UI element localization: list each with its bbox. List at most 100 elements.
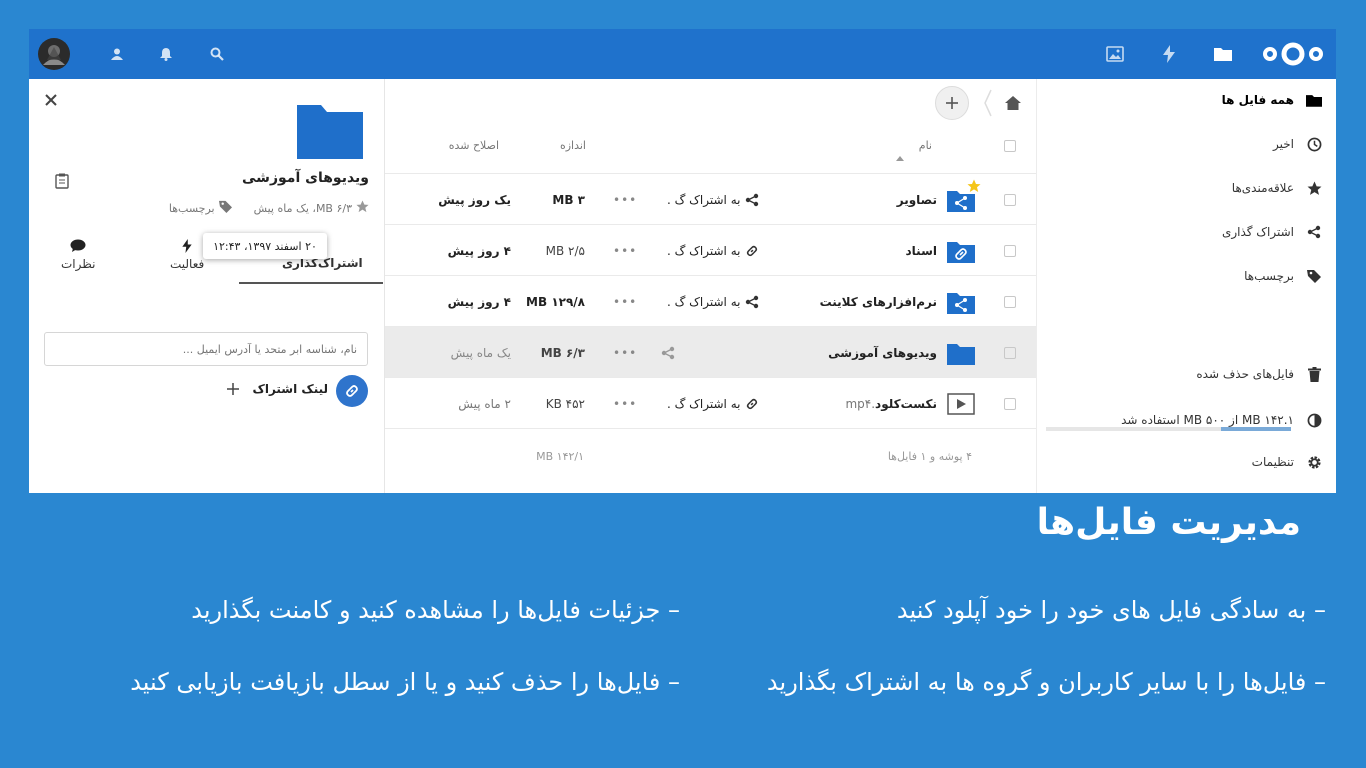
file-name[interactable]: اسناد [906,225,937,276]
row-checkbox[interactable] [1004,295,1016,308]
share-label: به اشتراک گ . [667,192,741,207]
share-status[interactable]: به اشتراک گ . [667,174,759,225]
row-checkbox[interactable] [1004,397,1016,410]
share-with-input[interactable] [44,332,368,366]
column-name-label: نام [918,139,932,152]
feature-bullet: – جزئیات فایل‌ها را مشاهده کنید و کامنت … [191,596,680,624]
link-icon [346,385,358,397]
share-label: به اشتراک گ . [667,294,741,309]
table-row[interactable]: اسناد به اشتراک گ . ••• MB ۲/۵ ۴ روز پیش [385,225,1037,276]
tab-comments[interactable]: نظرات [61,239,95,271]
sidebar-item-label: تنظیمات [1251,455,1294,469]
file-name[interactable]: تصاویر [897,174,937,225]
file-list: نام اندازه اصلاح شده تصاویر به اشتراک گ … [384,79,1037,493]
quota-text: MB ۱۴۲.۱ از MB ۵۰۰ استفاده شد [1121,413,1294,427]
tag-icon[interactable] [218,200,232,216]
total-size: MB ۱۴۲/۱ [536,450,584,463]
detail-meta-row: MB ۶/۳، یک ماه پیش برچسب‌ها [169,200,369,216]
add-share-link-icon[interactable] [226,381,240,395]
sidebar-item-tags[interactable]: برچسب‌ها [1244,261,1322,291]
sidebar-item-deleted-files[interactable]: فایل‌های حذف شده [1196,359,1322,389]
favorite-star-icon[interactable] [356,200,369,216]
file-size: MB ۲/۵ [545,243,585,258]
share-icon[interactable] [661,327,675,378]
share-status[interactable]: به اشتراک گ . [667,378,759,429]
file-name[interactable]: نرم‌افزارهای کلاینت [820,276,937,327]
share-status[interactable]: به اشتراک گ . [667,276,759,327]
sidebar-item-favorites[interactable]: علاقه‌مندی‌ها [1232,173,1322,203]
file-name-cell[interactable]: نکست‌کلود .mp۴ [845,378,937,429]
comment-icon [70,239,86,252]
row-checkbox[interactable] [1004,193,1016,206]
sidebar-item-label: اخیر [1273,137,1294,151]
more-actions-icon[interactable]: ••• [613,378,637,429]
tag-icon [1306,268,1322,284]
notifications-icon[interactable] [156,29,176,79]
file-extension: .mp۴ [845,396,876,411]
close-icon[interactable] [44,92,58,106]
column-name-header[interactable]: نام [919,139,932,152]
sort-arrow-icon [896,146,904,165]
sidebar-item-shares[interactable]: اشتراک گذاری [1222,217,1322,247]
share-label: به اشتراک گ . [667,396,741,411]
select-all-checkbox[interactable] [1004,140,1016,152]
gallery-icon[interactable] [1104,29,1126,79]
quota-progress-bar [1046,427,1291,431]
table-row[interactable]: ویدیوهای آموزشی ••• MB ۶/۳ یک ماه پیش [385,327,1037,378]
file-name[interactable]: ویدیوهای آموزشی [828,327,937,378]
row-checkbox[interactable] [1004,346,1016,359]
favorite-star-icon [967,178,981,197]
sidebar-item-label: فایل‌های حذف شده [1196,367,1294,381]
star-icon [1306,180,1322,196]
table-row[interactable]: نکست‌کلود .mp۴ به اشتراک گ . ••• KB ۴۵۲ ۲… [385,378,1037,429]
top-bar [29,29,1336,79]
file-name: نکست‌کلود [875,396,937,411]
tab-comments-label: نظرات [61,257,96,271]
row-checkbox[interactable] [1004,244,1016,257]
search-icon[interactable] [207,29,227,79]
files-icon[interactable] [1212,29,1234,79]
column-modified-header[interactable]: اصلاح شده [449,139,499,152]
plus-icon [946,97,958,109]
contacts-icon[interactable] [107,29,127,79]
file-size: MB ۶/۳ [540,345,585,360]
home-icon[interactable] [1005,95,1021,114]
row-checkbox-cell [1004,276,1016,327]
clipboard-icon[interactable] [55,173,69,193]
activity-icon[interactable] [1159,29,1179,79]
shared-folder-icon [947,276,975,327]
file-size: MB ۱۲۹/۸ [526,294,585,309]
file-modified: ۴ روز پیش [447,294,511,309]
avatar[interactable] [38,29,70,79]
video-file-icon [947,378,975,429]
sidebar-item-recent[interactable]: اخیر [1273,129,1322,159]
navigation-sidebar: همه فایل ها اخیر علاقه‌مندی‌ها اشتراک گذ… [1036,79,1336,493]
clock-icon [1306,136,1322,152]
link-icon [747,398,758,409]
quota-progress-fill [1221,427,1291,431]
folder-thumbnail [297,103,363,163]
row-checkbox-cell [1004,174,1016,225]
table-row[interactable]: نرم‌افزارهای کلاینت به اشتراک گ . ••• MB… [385,276,1037,327]
file-modified: ۲ ماه پیش [458,396,511,411]
share-status[interactable]: به اشتراک گ . [667,225,759,276]
sidebar-item-all-files[interactable]: همه فایل ها [1222,85,1322,115]
logo[interactable] [1261,29,1325,79]
more-actions-icon[interactable]: ••• [613,276,637,327]
date-tooltip: ۲۰ اسفند ۱۳۹۷، ۱۲:۴۳ [203,233,327,259]
sidebar-item-settings[interactable]: تنظیمات [1252,447,1322,477]
tab-activity[interactable]: فعالیت [170,239,204,271]
file-modified: یک روز پیش [438,192,511,207]
new-file-button[interactable] [935,86,969,120]
more-actions-icon[interactable]: ••• [613,327,637,378]
more-actions-icon[interactable]: ••• [613,174,637,225]
detail-tags-link[interactable]: برچسب‌ها [169,202,215,215]
file-size: KB ۴۵۲ [545,396,585,411]
table-row[interactable]: تصاویر به اشتراک گ . ••• MB ۳ یک روز پیش [385,174,1037,225]
column-size-header[interactable]: اندازه [560,139,586,152]
tab-active-indicator [239,282,383,284]
more-actions-icon[interactable]: ••• [613,225,637,276]
row-checkbox-cell [1004,327,1016,378]
row-checkbox-cell [1004,225,1016,276]
breadcrumb-separator-icon [983,89,993,121]
